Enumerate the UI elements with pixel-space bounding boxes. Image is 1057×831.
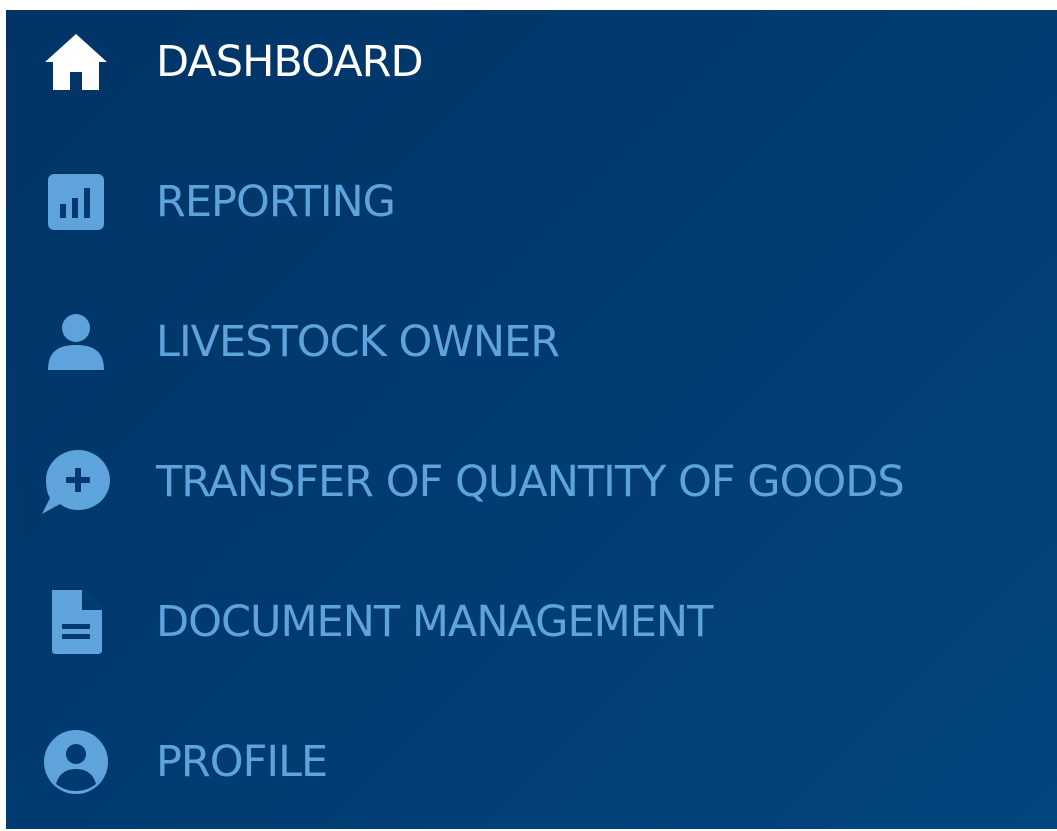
nav-item-profile[interactable]: PROFILE xyxy=(6,712,1057,812)
nav-item-label: REPORTING xyxy=(156,176,396,227)
nav-item-label: LIVESTOCK OWNER xyxy=(156,316,560,367)
user-icon xyxy=(40,306,112,378)
nav-item-label: TRANSFER OF QUANTITY OF GOODS xyxy=(156,456,905,507)
user-circle-icon xyxy=(40,726,112,798)
nav-item-dashboard[interactable]: DASHBOARD xyxy=(6,12,1057,112)
nav-item-label: DASHBOARD xyxy=(156,36,424,87)
nav-item-label: PROFILE xyxy=(156,736,328,787)
home-icon xyxy=(40,26,112,98)
nav-item-reporting[interactable]: REPORTING xyxy=(6,152,1057,252)
nav-item-transfer-of-goods[interactable]: TRANSFER OF QUANTITY OF GOODS xyxy=(6,432,1057,532)
sidebar-nav: DASHBOARD REPORTING LIVESTOCK OWNER TRAN… xyxy=(6,10,1057,829)
chat-plus-icon xyxy=(40,446,112,518)
nav-item-label: DOCUMENT MANAGEMENT xyxy=(156,596,713,647)
nav-item-livestock-owner[interactable]: LIVESTOCK OWNER xyxy=(6,292,1057,392)
nav-item-document-management[interactable]: DOCUMENT MANAGEMENT xyxy=(6,572,1057,672)
bar-chart-icon xyxy=(40,166,112,238)
document-icon xyxy=(40,586,112,658)
